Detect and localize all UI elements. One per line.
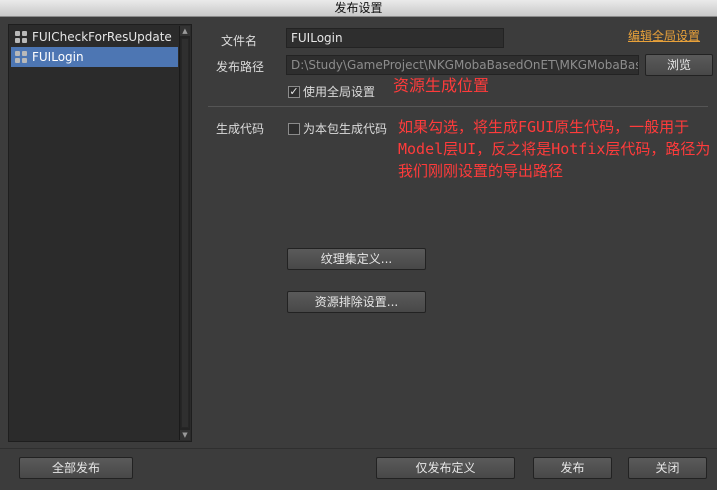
code-annotation-line: Model层UI，反之将是Hotfix层代码，路径为 xyxy=(398,140,711,158)
publish-definition-only-button[interactable]: 仅发布定义 xyxy=(376,457,515,479)
use-global-settings-checkbox[interactable]: ✓ xyxy=(288,85,300,98)
use-global-settings-row[interactable]: ✓ 使用全局设置 xyxy=(288,83,375,100)
close-button[interactable]: 关闭 xyxy=(628,457,707,479)
atlas-definition-button[interactable]: 纹理集定义... xyxy=(287,248,426,270)
list-scrollbar[interactable]: ▲ ▼ xyxy=(179,26,190,440)
publish-all-button[interactable]: 全部发布 xyxy=(19,457,133,479)
code-annotation: 如果勾选，将生成FGUI原生代码，一般用于 Model层UI，反之将是Hotfi… xyxy=(398,116,710,182)
gen-code-checkbox-label: 为本包生成代码 xyxy=(303,122,388,136)
window-title: 发布设置 xyxy=(334,1,383,15)
code-annotation-line: 如果勾选，将生成FGUI原生代码，一般用于 xyxy=(398,118,690,136)
use-global-settings-label: 使用全局设置 xyxy=(303,85,376,99)
path-annotation: 资源生成位置 xyxy=(393,76,490,95)
scroll-thumb[interactable] xyxy=(181,38,189,428)
section-divider xyxy=(208,106,708,107)
browse-button[interactable]: 浏览 xyxy=(645,54,713,76)
package-icon xyxy=(15,31,27,43)
scroll-down-arrow-icon[interactable]: ▼ xyxy=(180,430,190,440)
file-name-label: 文件名 xyxy=(221,34,258,48)
file-name-input[interactable]: FUILogin xyxy=(286,28,504,48)
gen-code-checkbox[interactable] xyxy=(288,122,300,135)
gen-code-row[interactable]: 为本包生成代码 xyxy=(288,120,387,137)
package-list-item[interactable]: FUICheckForResUpdate xyxy=(11,27,178,47)
package-name: FUICheckForResUpdate xyxy=(32,30,172,44)
package-list-item-selected[interactable]: FUILogin xyxy=(11,47,178,67)
exclude-settings-button[interactable]: 资源排除设置... xyxy=(287,291,426,313)
window-title-bar: 发布设置 xyxy=(0,0,717,17)
gen-code-label: 生成代码 xyxy=(216,122,265,136)
package-name: FUILogin xyxy=(32,50,84,64)
edit-global-settings-link[interactable]: 编辑全局设置 xyxy=(628,27,700,44)
publish-path-input[interactable]: D:\Study\GameProject\NKGMobaBasedOnET\MK… xyxy=(286,55,639,75)
code-annotation-line: 我们刚刚设置的导出路径 xyxy=(398,162,564,180)
package-list[interactable]: FUICheckForResUpdate FUILogin ▲ ▼ xyxy=(8,24,192,442)
publish-path-label: 发布路径 xyxy=(216,60,265,74)
package-icon xyxy=(15,51,27,63)
scroll-up-arrow-icon[interactable]: ▲ xyxy=(180,26,190,36)
publish-button[interactable]: 发布 xyxy=(533,457,612,479)
